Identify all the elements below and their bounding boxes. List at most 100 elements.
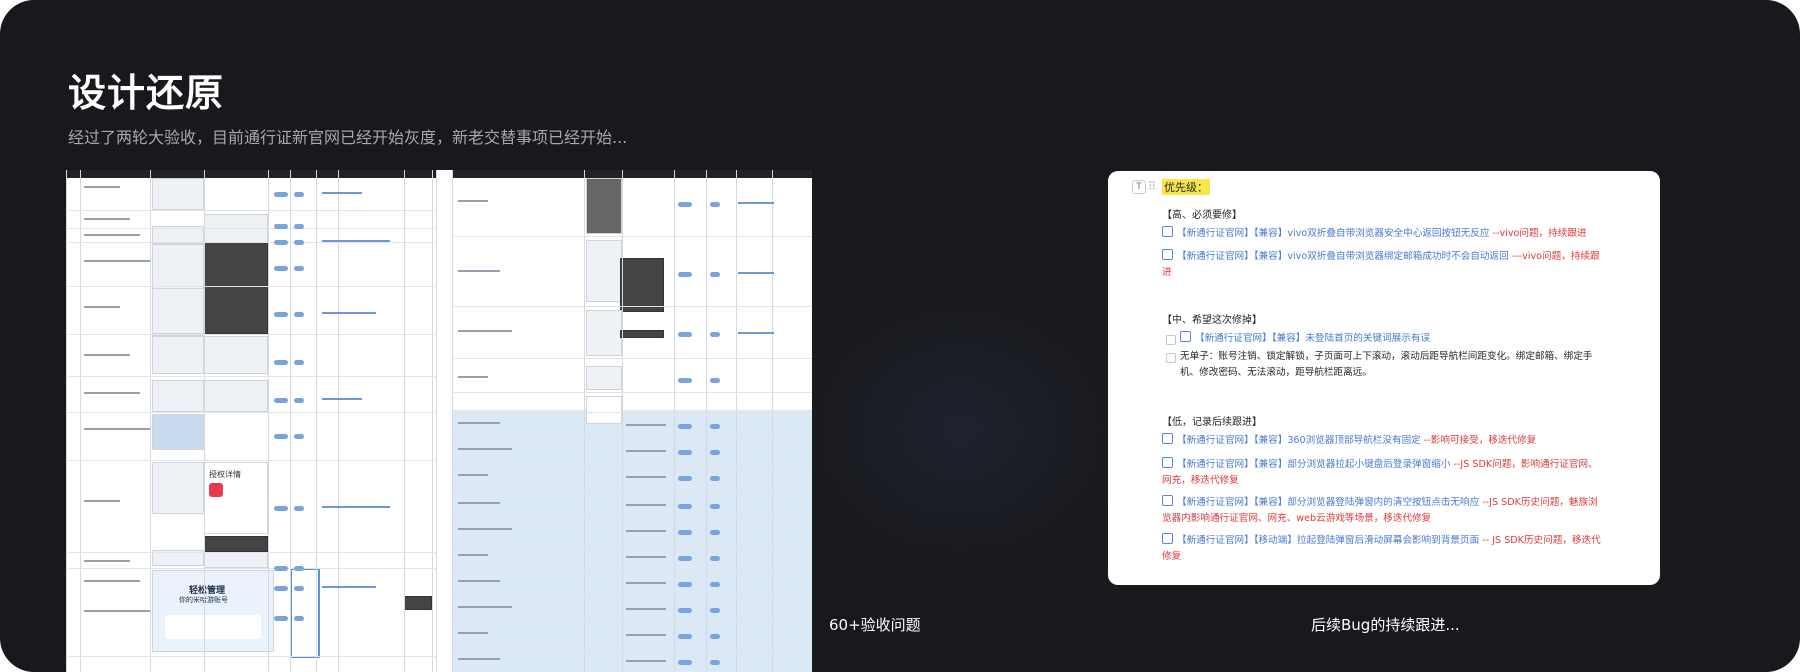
grid-row-line	[452, 570, 812, 571]
grid-column-line	[204, 170, 205, 672]
status-pill	[710, 582, 720, 587]
cell-link-line	[738, 332, 774, 334]
issue-item[interactable]: 【新通行证官网】【兼容】360浏览器顶部导航栏没有固定 --影响可接受，移迭代修…	[1162, 433, 1602, 449]
cell-text-line	[458, 376, 488, 378]
grid-column-line	[338, 170, 339, 672]
status-pill	[710, 424, 720, 429]
screenshot-thumbnail	[586, 178, 622, 234]
status-pill	[678, 332, 692, 337]
cell-text-line	[84, 218, 130, 220]
status-pill	[678, 608, 692, 613]
status-pill	[710, 476, 720, 481]
bug-link-icon	[1162, 249, 1173, 260]
text-format-icon[interactable]: T	[1132, 180, 1146, 194]
status-pill	[678, 476, 692, 481]
issue-item[interactable]: 【新通行证官网】【兼容】vivo双折叠自带浏览器安全中心返回按钮无反应 --vi…	[1162, 226, 1602, 242]
grid-column-line	[316, 170, 317, 672]
issue-item[interactable]: 【新通行证官网】【移动端】拉起登陆弹窗后滑动屏幕会影响到背景页面 -- JS S…	[1162, 533, 1602, 565]
checkbox[interactable]	[1166, 353, 1176, 363]
cell-text-line	[458, 580, 500, 582]
cell-text-line	[626, 660, 666, 662]
status-pill	[294, 360, 304, 365]
cell-text-line	[458, 422, 500, 424]
grid-row-line	[66, 228, 436, 229]
status-pill	[294, 398, 304, 403]
cell-text-line	[458, 528, 512, 530]
grid-row-line	[66, 568, 436, 569]
grid-row-line	[452, 490, 812, 491]
bug-link-icon	[1162, 533, 1173, 544]
cell-link-line	[322, 398, 362, 400]
status-pill	[710, 378, 720, 383]
grid-row-line	[66, 334, 436, 335]
cell-text-line	[84, 354, 130, 356]
grid-row-line	[66, 210, 436, 211]
cell-link-line	[322, 192, 362, 194]
grid-row-line	[66, 242, 436, 243]
acceptance-issues-spreadsheet: 授权详情 轻松管理 你的米哈游账号	[66, 170, 812, 672]
grid-row-line	[66, 286, 436, 287]
bug-link-icon	[1162, 433, 1173, 444]
grid-row-line	[452, 518, 812, 519]
page-title: 设计还原	[68, 71, 225, 115]
cell-text-line	[84, 610, 150, 612]
status-pill	[678, 504, 692, 509]
issue-item[interactable]: 【新通行证官网】【兼容】部分浏览器拉起小键盘后登录弹窗缩小 --JS SDK问题…	[1162, 457, 1602, 489]
status-pill	[274, 506, 288, 511]
grid-column-line	[80, 170, 81, 672]
screenshot-thumbnail	[152, 288, 204, 334]
status-pill	[678, 272, 692, 277]
cell-text-line	[84, 186, 120, 188]
checkbox[interactable]	[1166, 335, 1176, 345]
status-pill	[678, 530, 692, 535]
cell-text-line	[84, 392, 140, 394]
status-pill	[678, 634, 692, 639]
cell-text-line	[84, 306, 120, 308]
cell-text-line	[458, 330, 512, 332]
status-pill	[710, 450, 720, 455]
status-pill	[710, 504, 720, 509]
bug-link-icon	[1162, 457, 1173, 468]
grid-row-line	[452, 438, 812, 439]
status-pill	[678, 660, 692, 665]
app-icon	[209, 483, 223, 497]
grid-column-line	[432, 170, 433, 672]
screenshot-thumbnail	[620, 330, 664, 338]
cell-text-line	[626, 530, 666, 532]
promo-thumbnail: 轻松管理 你的米哈游账号	[152, 570, 274, 652]
status-pill	[710, 660, 720, 665]
screenshot-thumbnail	[152, 178, 204, 210]
grid-row-line	[452, 544, 812, 545]
issue-item[interactable]: 【新通行证官网】【兼容】未登陆首页的关键词展示有误	[1180, 331, 1600, 347]
status-pill	[274, 398, 288, 403]
issue-item[interactable]: 【新通行证官网】【兼容】部分浏览器登陆弹窗内的清空按钮点击无响应 --JS SD…	[1162, 495, 1602, 527]
status-pill	[294, 224, 304, 229]
grid-row-line	[452, 358, 812, 359]
cell-text-line	[84, 580, 140, 582]
cell-link-line	[322, 506, 390, 508]
screenshot-thumbnail	[152, 380, 204, 412]
cell-text-line	[458, 658, 500, 660]
cell-link-line	[322, 586, 376, 588]
grid-row-line	[452, 596, 812, 597]
drag-handle-icon[interactable]: ⠿	[1148, 180, 1156, 193]
status-pill	[294, 240, 304, 245]
sheet-header-strip	[66, 170, 436, 178]
cell-text-line	[84, 260, 150, 262]
cell-text-line	[458, 474, 488, 476]
priority-label: 优先级：	[1162, 179, 1210, 195]
cell-text-line	[626, 476, 666, 478]
cell-link-line	[322, 240, 390, 242]
issue-item[interactable]: 【新通行证官网】【兼容】vivo双折叠自带浏览器绑定邮箱成功时不会自动返回 --…	[1162, 249, 1602, 281]
screenshot-thumbnail	[204, 552, 268, 568]
grid-row-line	[452, 622, 812, 623]
status-pill	[274, 224, 288, 229]
grid-row-line	[452, 306, 812, 307]
status-pill	[678, 582, 692, 587]
cell-text-line	[458, 502, 500, 504]
status-pill	[710, 634, 720, 639]
cell-text-line	[84, 500, 120, 502]
status-pill	[294, 192, 304, 197]
status-pill	[274, 566, 288, 571]
status-pill	[274, 434, 288, 439]
